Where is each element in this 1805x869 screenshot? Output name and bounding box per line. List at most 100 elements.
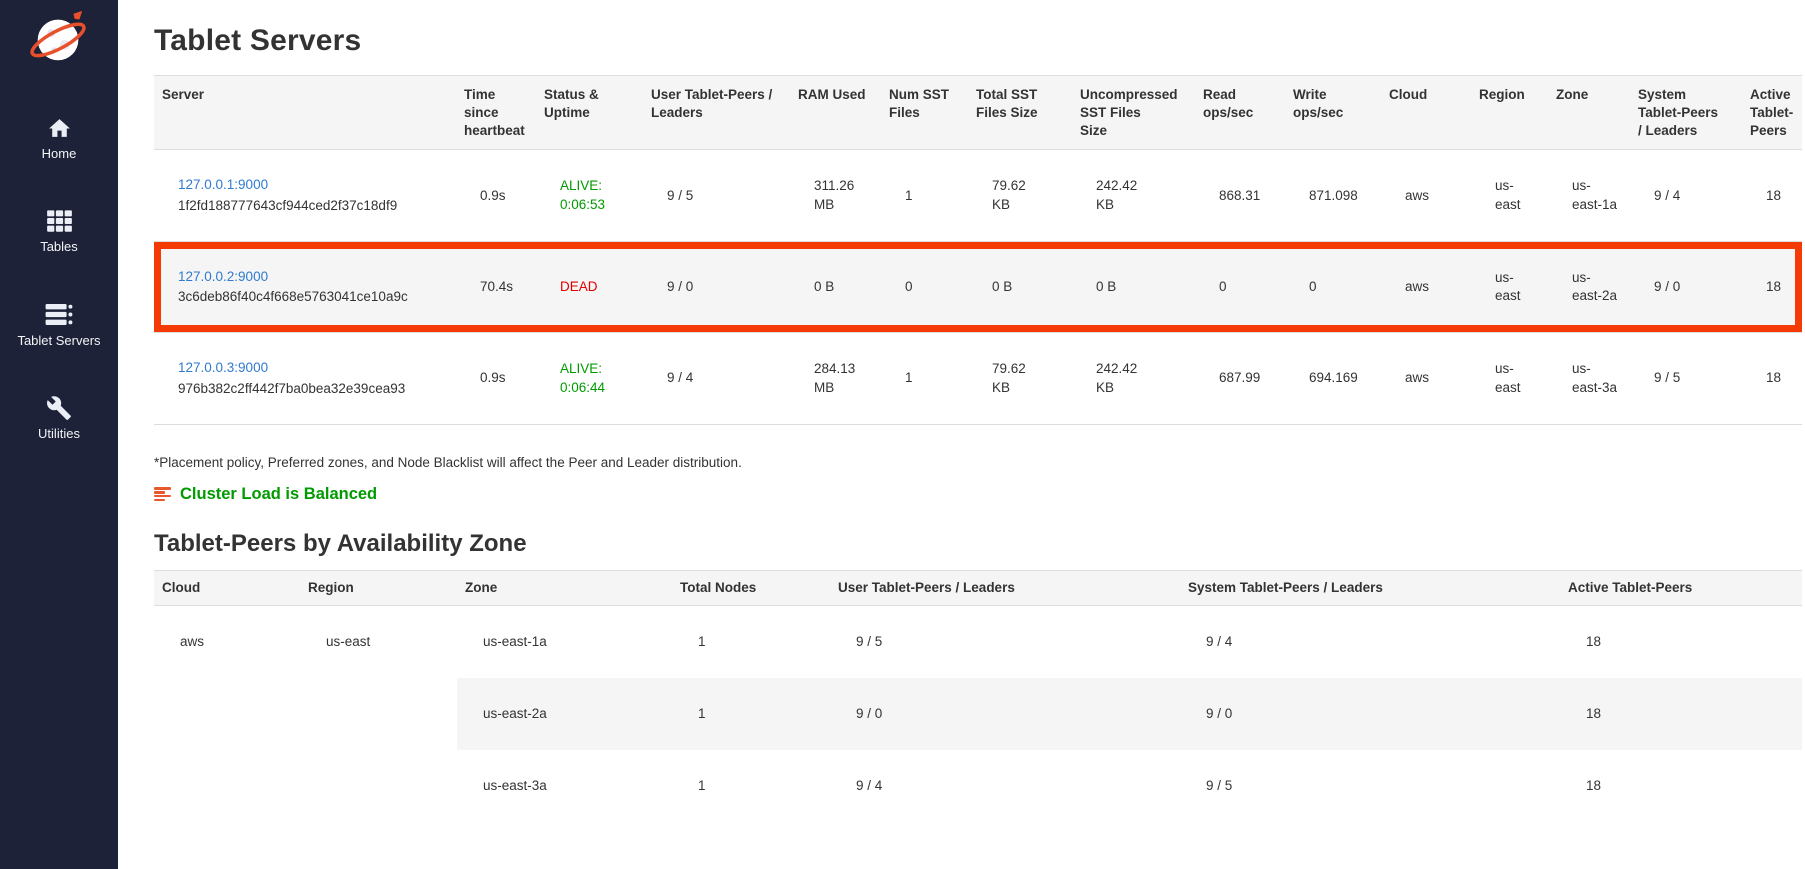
sidebar-item-tables[interactable]: Tables (0, 207, 118, 254)
cell-write-ops: 694.169 (1285, 333, 1381, 424)
home-icon (44, 114, 74, 142)
server-uuid: 976b382c2ff442f7ba0bea32e39cea93 (178, 380, 444, 398)
sidebar-item-label: Utilities (38, 427, 80, 441)
cell-active-peers: 18 (1742, 241, 1802, 332)
cell-cloud: aws (1381, 241, 1471, 332)
cell-total-sst: 79.62 KB (968, 333, 1072, 424)
cell-write-ops: 0 (1285, 241, 1381, 332)
server-address-link[interactable]: 127.0.0.3:9000 (178, 360, 268, 375)
col-header-heartbeat: Time since heartbeat (456, 76, 536, 150)
col-header-total-sst: Total SST Files Size (968, 76, 1072, 150)
server-address-link[interactable]: 127.0.0.2:9000 (178, 269, 268, 284)
col-header-zone: Zone (457, 570, 672, 605)
cell-user-peers: 9 / 0 (643, 241, 790, 332)
status-text: ALIVE: (560, 360, 631, 378)
servers-table-header-row: Server Time since heartbeat Status & Upt… (154, 76, 1802, 150)
cell-region: us-east (1471, 333, 1548, 424)
col-header-cloud: Cloud (154, 570, 300, 605)
cell-active-peers: 18 (1560, 750, 1802, 822)
cell-num-sst: 1 (881, 150, 968, 241)
sidebar-item-home[interactable]: Home (0, 114, 118, 161)
sidebar-item-label: Tablet Servers (17, 334, 100, 348)
cell-user-peers: 9 / 5 (643, 150, 790, 241)
cell-zone: us-east-3a (457, 750, 672, 822)
cell-ram: 311.26 MB (790, 150, 881, 241)
server-row: 127.0.0.1:9000 1f2fd188777643cf944ced2f3… (154, 150, 1802, 241)
cell-write-ops: 871.098 (1285, 150, 1381, 241)
cell-user-peers: 9 / 4 (643, 333, 790, 424)
uptime-text: 0:06:44 (560, 379, 631, 397)
col-header-region: Region (300, 570, 457, 605)
sidebar-item-label: Home (42, 147, 77, 161)
sidebar-item-utilities[interactable]: Utilities (0, 394, 118, 441)
main-content: Tablet Servers Server Time since heartbe… (118, 0, 1805, 822)
cell-status: DEAD (536, 241, 643, 332)
cell-zone: us-east-2a (457, 678, 672, 750)
cell-total-sst: 0 B (968, 241, 1072, 332)
server-uuid: 3c6deb86f40c4f668e5763041ce10a9c (178, 288, 444, 306)
placement-policy-footnote: *Placement policy, Preferred zones, and … (154, 455, 1802, 470)
col-header-write-ops: Write ops/sec (1285, 76, 1381, 150)
cell-system-peers: 9 / 0 (1180, 678, 1560, 750)
col-header-region: Region (1471, 76, 1548, 150)
cell-zone: us-east-2a (1548, 241, 1630, 332)
cell-status: ALIVE: 0:06:53 (536, 150, 643, 241)
cell-user-peers: 9 / 5 (830, 605, 1180, 678)
uptime-text: 0:06:53 (560, 196, 631, 214)
server-row-dead-highlighted: 127.0.0.2:9000 3c6deb86f40c4f668e5763041… (154, 241, 1802, 332)
col-header-num-sst: Num SST Files (881, 76, 968, 150)
cell-uncompressed-sst: 242.42 KB (1072, 150, 1195, 241)
cell-ram: 284.13 MB (790, 333, 881, 424)
cell-system-peers: 9 / 5 (1180, 750, 1560, 822)
zone-row: aws us-east us-east-1a 1 9 / 5 9 / 4 18 (154, 605, 1802, 678)
yugabyte-logo (28, 8, 90, 68)
cell-server: 127.0.0.2:9000 3c6deb86f40c4f668e5763041… (154, 241, 456, 332)
cell-region: us-east (1471, 150, 1548, 241)
col-header-system-peers: System Tablet-Peers / Leaders (1630, 76, 1742, 150)
cell-region: us-east (300, 605, 457, 822)
col-header-read-ops: Read ops/sec (1195, 76, 1285, 150)
cell-zone: us-east-3a (1548, 333, 1630, 424)
cell-user-peers: 9 / 4 (830, 750, 1180, 822)
server-row: 127.0.0.3:9000 976b382c2ff442f7ba0bea32e… (154, 333, 1802, 424)
page-title: Tablet Servers (154, 24, 1802, 58)
sidebar-item-tablet-servers[interactable]: Tablet Servers (0, 301, 118, 348)
col-header-user-peers: User Tablet-Peers / Leaders (643, 76, 790, 150)
col-header-cloud: Cloud (1381, 76, 1471, 150)
server-address-link[interactable]: 127.0.0.1:9000 (178, 177, 268, 192)
cell-num-sst: 1 (881, 333, 968, 424)
cell-system-peers: 9 / 0 (1630, 241, 1742, 332)
status-text: ALIVE: (560, 177, 631, 195)
cell-system-peers: 9 / 4 (1630, 150, 1742, 241)
cell-read-ops: 687.99 (1195, 333, 1285, 424)
cell-total-sst: 79.62 KB (968, 150, 1072, 241)
cell-total-nodes: 1 (672, 678, 830, 750)
sidebar: Home Tables Tablet Servers (0, 0, 118, 869)
cell-active-peers: 18 (1560, 605, 1802, 678)
cell-ram: 0 B (790, 241, 881, 332)
cluster-load-text: Cluster Load is Balanced (180, 485, 377, 504)
tablet-servers-icon (44, 301, 74, 329)
cell-region: us-east (1471, 241, 1548, 332)
col-header-active-peers: Active Tablet-Peers (1742, 76, 1802, 150)
cell-user-peers: 9 / 0 (830, 678, 1180, 750)
cell-cloud: aws (1381, 333, 1471, 424)
tablet-servers-table: Server Time since heartbeat Status & Upt… (154, 75, 1802, 425)
cell-active-peers: 18 (1560, 678, 1802, 750)
cell-num-sst: 0 (881, 241, 968, 332)
cell-read-ops: 0 (1195, 241, 1285, 332)
cell-uncompressed-sst: 242.42 KB (1072, 333, 1195, 424)
cell-active-peers: 18 (1742, 333, 1802, 424)
cluster-balance-icon (154, 487, 171, 501)
cell-zone: us-east-1a (457, 605, 672, 678)
col-header-status: Status & Uptime (536, 76, 643, 150)
cell-total-nodes: 1 (672, 750, 830, 822)
cell-cloud: aws (154, 605, 300, 822)
zones-table-header-row: Cloud Region Zone Total Nodes User Table… (154, 570, 1802, 605)
cell-read-ops: 868.31 (1195, 150, 1285, 241)
status-text: DEAD (560, 278, 631, 296)
zones-section-title: Tablet-Peers by Availability Zone (154, 530, 1802, 558)
cell-server: 127.0.0.3:9000 976b382c2ff442f7ba0bea32e… (154, 333, 456, 424)
cell-cloud: aws (1381, 150, 1471, 241)
col-header-uncompressed-sst: Uncompressed SST Files Size (1072, 76, 1195, 150)
